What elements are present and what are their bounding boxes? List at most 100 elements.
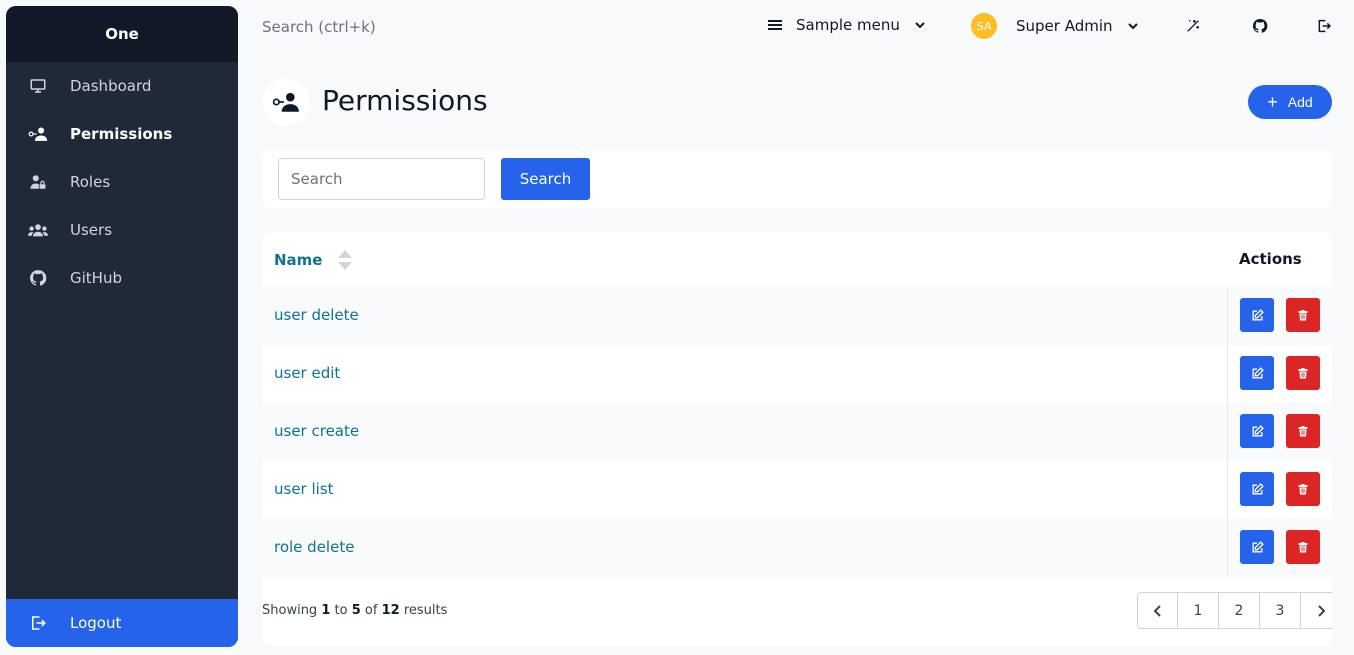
table-row: user list [262,461,1332,519]
brand-logo[interactable]: One [6,6,238,62]
user-menu-button[interactable]: SA Super Admin [971,13,1139,39]
chevron-left-icon [1153,604,1161,617]
column-divider [1227,345,1228,403]
delete-button[interactable] [1286,414,1320,448]
users-icon [28,220,48,240]
search-button[interactable]: Search [501,158,590,200]
results-from: 1 [321,603,331,618]
global-search[interactable]: Search (ctrl+k) [262,18,376,36]
sidebar-item-permissions[interactable]: Permissions [6,110,238,158]
sidebar: One Dashboard Permissions Roles Users Gi… [6,6,238,647]
page-button-2[interactable]: 2 [1219,593,1260,628]
user-lock-icon [28,172,48,192]
page-button-3[interactable]: 3 [1260,593,1301,628]
logout-icon[interactable] [1315,17,1333,35]
results-to: 5 [351,603,361,618]
column-header-label: Name [274,251,323,269]
column-divider [1227,403,1228,461]
user-key-icon [28,124,48,144]
edit-icon [1252,424,1264,436]
page-button-1[interactable]: 1 [1178,593,1219,628]
sidebar-nav: Dashboard Permissions Roles Users GitHub [6,62,238,302]
user-name: Super Admin [1016,17,1113,35]
prev-page-button[interactable] [1138,593,1178,628]
permissions-table: Name Actions user delete user edit user … [262,232,1332,646]
column-header-actions: Actions [1239,250,1302,268]
sidebar-item-label: GitHub [70,269,122,287]
of-label: of [364,603,378,618]
sample-menu-button[interactable]: Sample menu [768,16,926,34]
showing-label: Showing [262,603,318,618]
page-title: Permissions [322,84,488,117]
delete-button[interactable] [1286,298,1320,332]
table-row: role delete [262,519,1332,577]
search-card: Search [262,150,1332,208]
edit-icon [1252,366,1264,378]
trash-icon [1298,541,1308,552]
sidebar-item-label: Users [70,221,113,239]
logout-icon [28,613,48,633]
edit-button[interactable] [1240,472,1274,506]
search-input[interactable] [278,158,485,200]
edit-button[interactable] [1240,414,1274,448]
trash-icon [1298,309,1308,320]
table-row: user create [262,403,1332,461]
sample-menu-label: Sample menu [796,16,900,34]
results-summary: Showing 1 to 5 of 12 results [262,603,447,618]
monitor-icon [28,76,48,96]
logout-label: Logout [70,614,122,632]
table-row: user edit [262,345,1332,403]
sidebar-item-dashboard[interactable]: Dashboard [6,62,238,110]
to-label: to [334,603,348,618]
hamburger-icon [768,18,784,32]
permission-name-link[interactable]: user delete [274,306,359,324]
column-divider [1227,519,1228,577]
pagination: 1 2 3 [1137,592,1332,629]
avatar: SA [971,13,997,39]
chevron-right-icon [1318,604,1325,617]
trash-icon [1298,367,1308,378]
sidebar-item-label: Dashboard [70,77,152,95]
permission-name-link[interactable]: user edit [274,364,340,382]
delete-button[interactable] [1286,472,1320,506]
chevron-down-icon [1127,22,1139,30]
sidebar-item-label: Roles [70,173,111,191]
results-label: results [403,603,448,618]
table-row: user delete [262,287,1332,345]
sidebar-item-users[interactable]: Users [6,206,238,254]
delete-button[interactable] [1286,530,1320,564]
results-total: 12 [381,603,400,618]
chevron-down-icon [914,21,926,29]
trash-icon [1298,483,1308,494]
edit-button[interactable] [1240,298,1274,332]
permissions-icon [262,78,310,126]
delete-button[interactable] [1286,356,1320,390]
add-label: Add [1287,94,1313,110]
permission-name-link[interactable]: user create [274,422,359,440]
table-footer: Showing 1 to 5 of 12 results 1 2 3 [262,591,1332,646]
topbar: Search (ctrl+k) Sample menu SA Super Adm… [238,0,1354,54]
theme-toggle-icon[interactable] [1184,17,1202,35]
column-divider [1227,287,1228,345]
edit-button[interactable] [1240,530,1274,564]
next-page-button[interactable] [1301,593,1332,628]
github-icon [28,268,48,288]
column-divider [1227,461,1228,519]
logout-button[interactable]: Logout [6,599,238,647]
edit-button[interactable] [1240,356,1274,390]
plus-icon: + [1267,92,1278,112]
sidebar-item-github[interactable]: GitHub [6,254,238,302]
sort-icon [338,250,353,270]
column-header-name[interactable]: Name [274,250,353,270]
edit-icon [1252,308,1264,320]
sidebar-item-label: Permissions [70,125,173,143]
add-button[interactable]: + Add [1248,85,1332,119]
trash-icon [1298,425,1308,436]
edit-icon [1252,482,1264,494]
edit-icon [1252,540,1264,552]
permission-name-link[interactable]: user list [274,480,334,498]
github-icon[interactable] [1251,17,1269,35]
sidebar-item-roles[interactable]: Roles [6,158,238,206]
table-header: Name Actions [262,232,1332,287]
permission-name-link[interactable]: role delete [274,538,354,556]
